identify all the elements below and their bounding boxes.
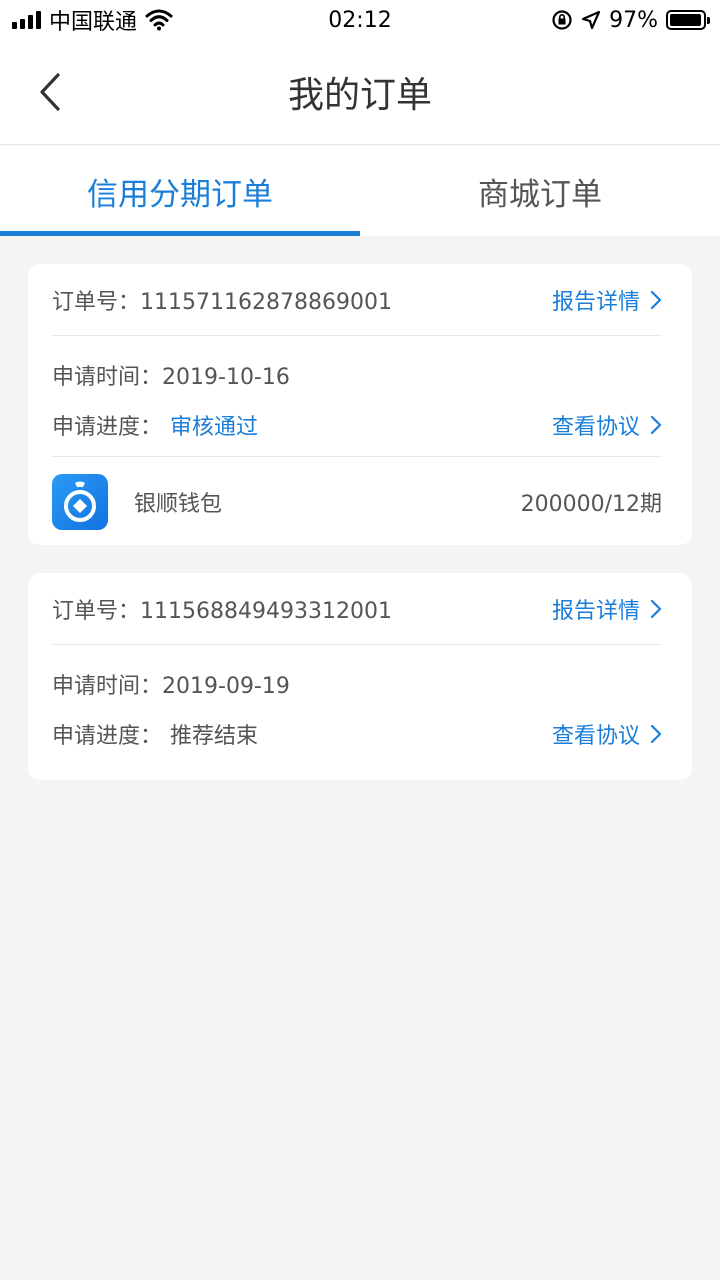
order-number-label: 订单号： — [52, 289, 141, 315]
progress-status: 审核通过 — [170, 415, 259, 440]
tab-mall-orders[interactable]: 商城订单 — [360, 146, 720, 236]
order-card: 订单号：111568849493312001 报告详情 申请时间：2019-09… — [28, 573, 692, 780]
battery-percent: 97% — [609, 7, 658, 33]
product-row[interactable]: 银顺钱包 200000/12期 — [52, 456, 662, 546]
rotation-lock-icon — [552, 10, 572, 30]
link-label: 查看协议 — [551, 415, 640, 440]
apply-time-row: 申请时间：2019-10-16 — [52, 350, 662, 400]
carrier-name: 中国联通 — [49, 10, 138, 35]
wifi-icon — [145, 9, 173, 31]
wallet-app-icon — [52, 473, 108, 530]
link-label: 报告详情 — [551, 598, 640, 624]
order-number-row: 订单号：111568849493312001 报告详情 — [52, 573, 662, 645]
progress-label: 申请进度： — [52, 724, 163, 749]
view-agreement-link[interactable]: 查看协议 — [552, 718, 662, 750]
order-number: 111571162878869001 — [140, 289, 392, 315]
chevron-right-icon — [650, 599, 662, 618]
page-title: 我的订单 — [287, 75, 432, 116]
apply-time: 2019-09-19 — [162, 674, 290, 699]
order-number-label: 订单号： — [52, 598, 141, 624]
progress-label: 申请进度： — [52, 415, 163, 440]
chevron-right-icon — [650, 724, 662, 744]
tab-label: 商城订单 — [478, 176, 602, 213]
back-chevron-icon — [40, 73, 60, 111]
view-agreement-link[interactable]: 查看协议 — [552, 409, 662, 441]
link-label: 查看协议 — [551, 724, 640, 749]
product-amount: 200000/12期 — [520, 491, 662, 517]
apply-time: 2019-10-16 — [162, 365, 290, 390]
chevron-right-icon — [650, 290, 662, 309]
progress-row: 申请进度： 审核通过 查看协议 — [52, 400, 662, 450]
battery-level — [670, 14, 702, 26]
battery-icon — [666, 10, 710, 30]
order-number: 111568849493312001 — [140, 598, 392, 624]
product-name: 银顺钱包 — [134, 491, 223, 517]
order-number-row: 订单号：111571162878869001 报告详情 — [52, 264, 662, 336]
order-card: 订单号：111571162878869001 报告详情 申请时间：2019-10… — [28, 264, 692, 545]
report-details-link[interactable]: 报告详情 — [552, 284, 662, 316]
report-details-link[interactable]: 报告详情 — [552, 593, 662, 625]
tab-credit-installment[interactable]: 信用分期订单 — [0, 146, 360, 236]
status-bar: 中国联通 02:12 97% — [0, 0, 720, 40]
nav-header: 我的订单 — [0, 40, 720, 145]
order-tabs: 信用分期订单 商城订单 — [0, 146, 720, 236]
apply-time-row: 申请时间：2019-09-19 — [52, 659, 662, 709]
location-icon — [581, 10, 601, 30]
status-left: 中国联通 — [12, 4, 173, 36]
back-button[interactable] — [30, 70, 70, 114]
tab-label: 信用分期订单 — [87, 176, 273, 213]
apply-time-label: 申请时间： — [52, 674, 163, 699]
chevron-right-icon — [650, 415, 662, 435]
progress-row: 申请进度： 推荐结束 查看协议 — [52, 709, 662, 759]
apply-time-label: 申请时间： — [52, 365, 163, 390]
progress-status: 推荐结束 — [170, 724, 259, 749]
signal-icon — [12, 11, 41, 29]
link-label: 报告详情 — [551, 289, 640, 315]
status-right: 97% — [551, 7, 710, 33]
